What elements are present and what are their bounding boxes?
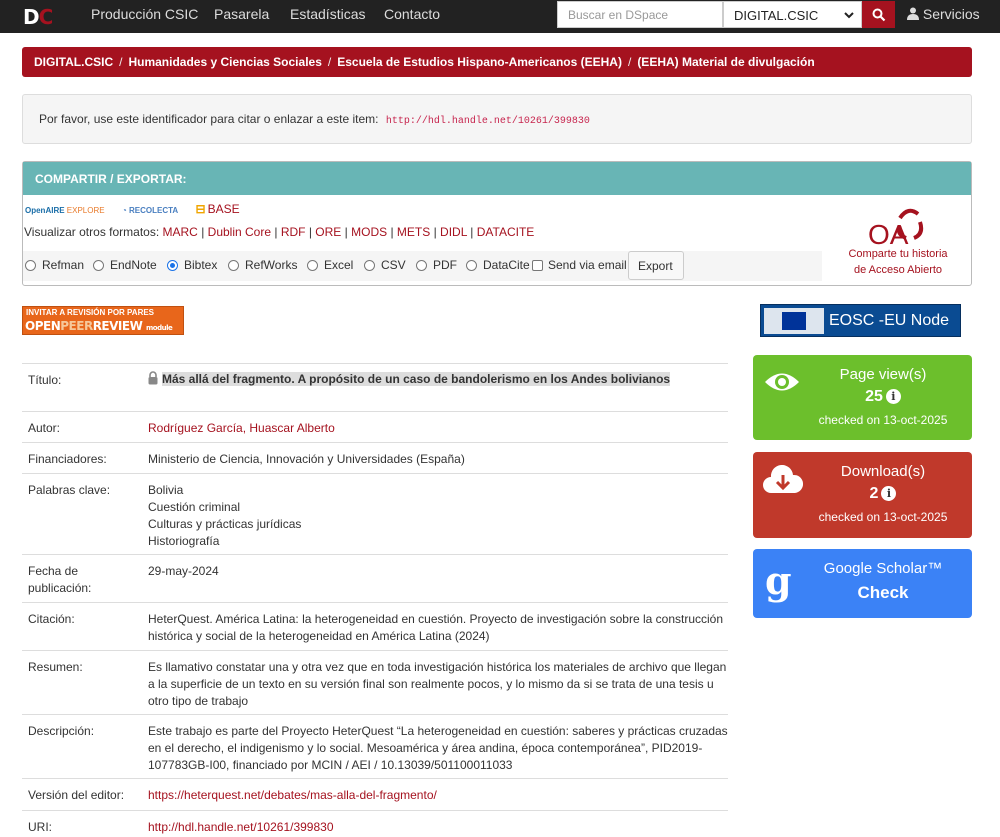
format-mods[interactable]: MODS (351, 225, 387, 239)
lock-icon (148, 371, 158, 385)
open-peer-review-badge[interactable]: INVITAR A REVISIÓN POR PARES OPENPEERREV… (22, 306, 184, 335)
other-formats: Visualizar otros formatos: MARC | Dublin… (24, 225, 535, 239)
field-label: Título: (28, 373, 62, 387)
table-row: Descripción: Este trabajo es parte del P… (22, 714, 728, 778)
servicios-menu[interactable]: Servicios (907, 6, 980, 22)
send-via-email-checkbox[interactable]: Send via email (532, 258, 627, 272)
base-link[interactable]: ⊟ BASE (196, 202, 240, 216)
description-value: Este trabajo es parte del Proyecto Heter… (148, 724, 728, 772)
format-marc[interactable]: MARC (163, 225, 198, 239)
export-option-bibtex[interactable]: Bibtex (167, 258, 217, 272)
share-export-panel: COMPARTIR / EXPORTAR: OpenAIRE EXPLORE ◔… (22, 161, 972, 286)
table-row: Palabras clave: Bolivia Cuestión crimina… (22, 473, 728, 554)
format-ore[interactable]: ORE (315, 225, 341, 239)
search-button[interactable] (862, 1, 895, 28)
table-row: Citación: HeterQuest. América Latina: la… (22, 602, 728, 650)
nav-pasarela[interactable]: Pasarela (214, 6, 269, 22)
export-button[interactable]: Export (628, 251, 684, 280)
format-didl[interactable]: DIDL (440, 225, 467, 239)
table-row: URI: http://hdl.handle.net/10261/399830 (22, 810, 728, 837)
nav-estadisticas[interactable]: Estadísticas (290, 6, 365, 22)
eu-flag-icon (764, 308, 824, 334)
funders-value: Ministerio de Ciencia, Innovación y Univ… (148, 452, 465, 466)
uri-link[interactable]: http://hdl.handle.net/10261/399830 (148, 820, 334, 834)
breadcrumb: DIGITAL.CSIC / Humanidades y Ciencias Soci… (22, 47, 972, 77)
breadcrumb-item[interactable]: Humanidades y Ciencias Sociales (128, 55, 321, 69)
svg-text:OA: OA (868, 219, 909, 248)
author-link[interactable]: Rodríguez García, Huascar Alberto (148, 421, 335, 435)
export-option-excel[interactable]: Excel (307, 258, 353, 272)
format-datacite[interactable]: DATACITE (477, 225, 535, 239)
export-option-refworks[interactable]: RefWorks (228, 258, 297, 272)
info-icon[interactable]: i (881, 486, 897, 501)
share-heading: COMPARTIR / EXPORTAR: (23, 162, 971, 195)
item-metadata-table: Título: Más allá del fragmento. A propós… (22, 363, 728, 837)
export-option-datacite[interactable]: DataCite (466, 258, 530, 272)
eye-icon (765, 373, 799, 391)
table-row: Autor: Rodríguez García, Huascar Alberto (22, 411, 728, 442)
abstract-value: Es llamativo constatar una y otra vez qu… (148, 660, 727, 708)
table-row: Título: Más allá del fragmento. A propós… (22, 363, 728, 411)
user-icon (907, 7, 919, 20)
publisher-version-link[interactable]: https://heterquest.net/debates/mas-alla-… (148, 788, 437, 802)
open-access-recycle-icon: OA (868, 208, 924, 248)
format-rdf[interactable]: RDF (281, 225, 306, 239)
export-option-endnote[interactable]: EndNote (93, 258, 157, 272)
digital-csic-logo[interactable]: DC (23, 5, 53, 29)
openaire-link[interactable]: OpenAIRE EXPLORE (25, 206, 105, 215)
page-views-box[interactable]: Page view(s) 25 i checked on 13-oct-2025 (753, 355, 972, 440)
handle-url[interactable]: http://hdl.handle.net/10261/399830 (386, 116, 590, 127)
scope-select-value: DIGITAL.CSIC (734, 8, 819, 23)
citation-value: HeterQuest. América Latina: la heterogen… (148, 612, 724, 643)
handle-text: Por favor, use este identificador para c… (39, 112, 379, 126)
base-icon: ⊟ (195, 202, 206, 216)
eosc-eu-node-badge[interactable]: EOSC -EU Node (760, 304, 961, 337)
scope-select[interactable]: DIGITAL.CSIC (723, 1, 862, 28)
svg-text:g: g (765, 562, 792, 603)
share-logos: OpenAIRE EXPLORE ◔ RECOLECTA ⊟ BASE (25, 202, 240, 216)
item-title: Más allá del fragmento. A propósito de u… (148, 364, 728, 396)
breadcrumb-item[interactable]: (EEHA) Material de divulgación (637, 55, 814, 69)
export-option-pdf[interactable]: PDF (416, 258, 457, 272)
top-navbar: DC Producción CSIC Pasarela Estadísticas… (0, 0, 1000, 33)
recolecta-icon: ◔ (121, 206, 127, 215)
servicios-label: Servicios (922, 6, 980, 22)
date-value: 29-may-2024 (148, 564, 219, 578)
google-scholar-box[interactable]: g Google Scholar™ Check (753, 549, 972, 618)
format-mets[interactable]: METS (397, 225, 430, 239)
export-options: Refman EndNote Bibtex RefWorks Excel CSV… (23, 251, 822, 281)
nav-produccion-csic[interactable]: Producción CSIC (91, 6, 198, 22)
table-row: Resumen: Es llamativo constatar una y ot… (22, 650, 728, 714)
google-scholar-icon: g (765, 562, 792, 603)
recolecta-link[interactable]: ◔ RECOLECTA (122, 206, 178, 215)
downloads-box[interactable]: Download(s) 2i checked on 13-oct-2025 (753, 452, 972, 538)
handle-notice: Por favor, use este identificador para c… (22, 94, 972, 144)
search-icon (872, 8, 886, 22)
cloud-download-icon (763, 465, 803, 493)
table-row: Versión del editor: https://heterquest.n… (22, 778, 728, 810)
keywords-value: Bolivia Cuestión criminal Culturas y prá… (148, 483, 302, 548)
export-option-refman[interactable]: Refman (25, 258, 84, 272)
chevron-down-icon (844, 12, 854, 19)
info-icon[interactable]: i (885, 389, 901, 404)
export-option-csv[interactable]: CSV (364, 258, 406, 272)
table-row: Financiadores: Ministerio de Ciencia, In… (22, 442, 728, 473)
search-input[interactable]: Buscar en DSpace (557, 1, 723, 28)
format-dublin-core[interactable]: Dublin Core (208, 225, 271, 239)
table-row: Fecha de publicación: 29-may-2024 (22, 554, 728, 602)
nav-contacto[interactable]: Contacto (384, 6, 440, 22)
open-access-story-link[interactable]: Comparte tu historia de Acceso Abierto (843, 246, 953, 278)
breadcrumb-item[interactable]: DIGITAL.CSIC (34, 55, 113, 69)
breadcrumb-item[interactable]: Escuela de Estudios Hispano-Americanos (… (337, 55, 622, 69)
